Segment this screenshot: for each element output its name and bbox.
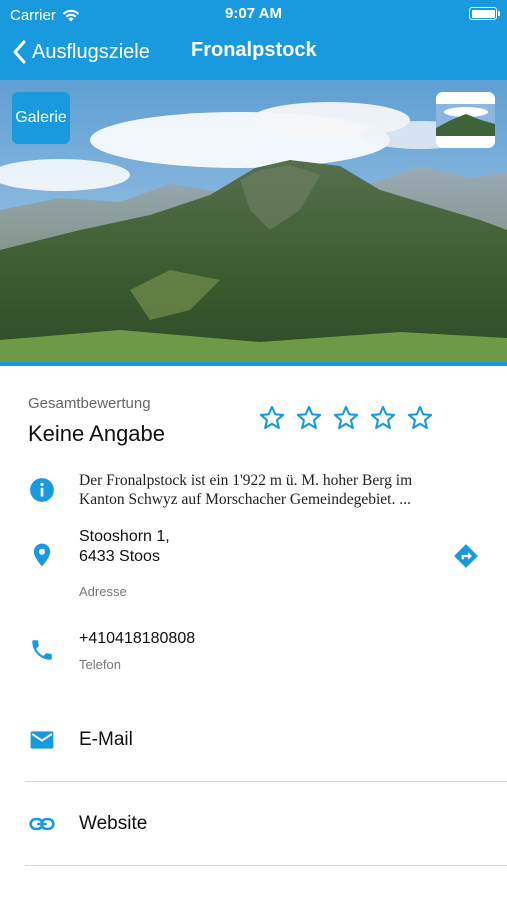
website-row[interactable]	[0, 794, 507, 864]
status-time: 9:07 AM	[225, 5, 282, 22]
mail-icon	[30, 731, 54, 749]
page-title: Fronalpstock	[191, 39, 317, 61]
star-icon[interactable]	[332, 404, 360, 432]
rating-value: Keine Angabe	[28, 421, 166, 446]
back-button-label: Ausflugsziele	[32, 40, 150, 63]
phone-icon	[32, 640, 52, 660]
divider	[25, 865, 507, 866]
star-icon[interactable]	[295, 404, 323, 432]
gallery-thumbnail[interactable]	[436, 92, 495, 148]
location-pin-icon	[33, 543, 51, 567]
navigation-header: Carrier 9:07 AM Ausflugsziele Fronalpsto…	[0, 0, 507, 80]
battery-icon	[469, 7, 500, 20]
star-icon[interactable]	[406, 404, 434, 432]
rating-label: Gesamtbewertung	[28, 395, 151, 412]
star-icon[interactable]	[258, 404, 286, 432]
divider	[25, 781, 507, 782]
email-row[interactable]	[0, 710, 507, 780]
description-text[interactable]: Der Fronalpstock ist ein 1'922 m ü. M. h…	[79, 471, 449, 509]
hero-image[interactable]	[0, 80, 507, 366]
link-icon	[29, 817, 55, 831]
phone-number[interactable]: +410418180808	[79, 630, 195, 648]
website-label: Website	[79, 813, 148, 834]
address-line1: Stooshorn 1,	[79, 528, 170, 545]
directions-icon[interactable]	[453, 543, 479, 569]
phone-caption: Telefon	[79, 657, 121, 672]
star-rating[interactable]	[258, 404, 434, 432]
star-icon[interactable]	[369, 404, 397, 432]
address-caption: Adresse	[79, 584, 127, 599]
chevron-left-icon	[13, 40, 26, 64]
hero-accent-line	[0, 362, 507, 366]
address-line2: 6433 Stoos	[79, 548, 160, 565]
gallery-button[interactable]: Galerie	[12, 92, 70, 144]
back-button[interactable]: Ausflugsziele	[12, 36, 150, 68]
info-icon	[30, 478, 54, 502]
email-label: E-Mail	[79, 729, 133, 750]
address-text[interactable]: Stooshorn 1, 6433 Stoos	[79, 527, 170, 567]
